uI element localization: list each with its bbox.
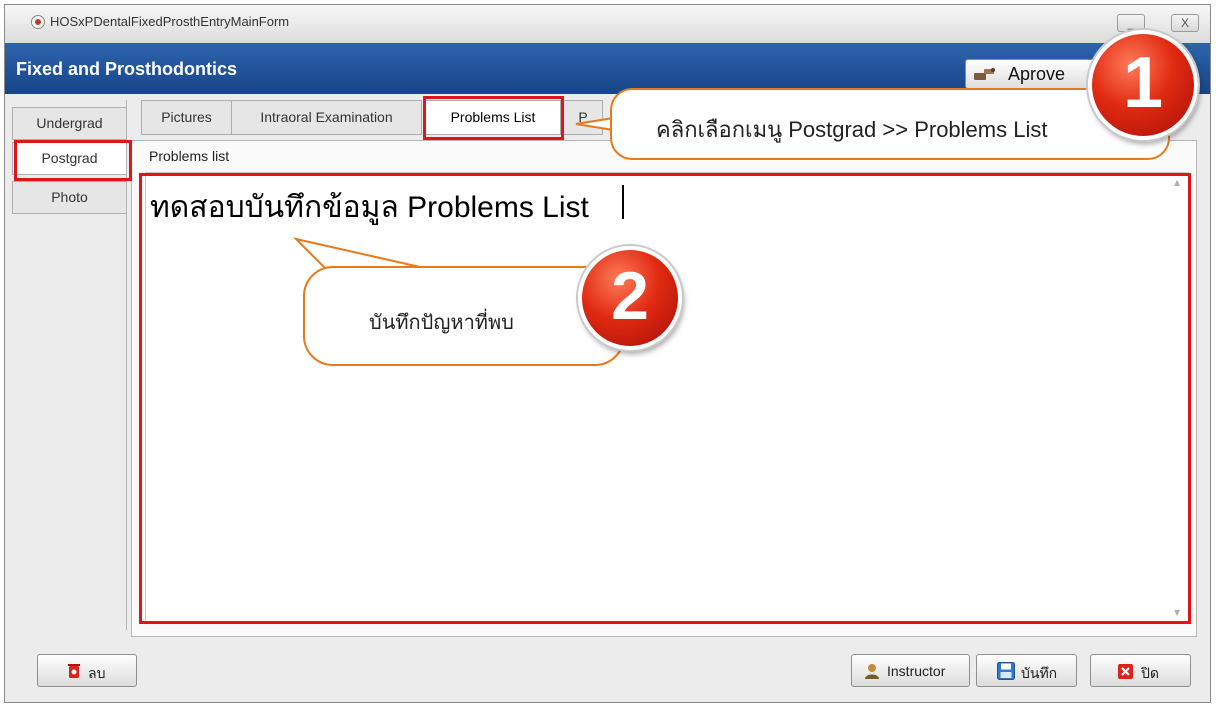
page-title: Fixed and Prosthodontics [16, 59, 238, 79]
tab-pictures[interactable]: Pictures [141, 100, 232, 135]
callout-1-text: คลิกเลือกเมนู Postgrad >> Problems List [656, 117, 1048, 142]
tab-undergrad[interactable]: Undergrad [12, 107, 127, 140]
title-bar: HOSxPDentalFixedProsthEntryMainForm _ X [5, 5, 1210, 44]
delete-label: ลบ [88, 665, 106, 681]
save-button[interactable]: บันทึก [976, 654, 1077, 687]
approve-label: Aprove [1008, 64, 1066, 84]
close-window-button[interactable]: X [1171, 14, 1199, 32]
postgrad-highlight-box [14, 140, 132, 181]
step-2-badge: 2 [578, 246, 682, 350]
close-label: ปิด [1141, 665, 1159, 681]
step-1-badge: 1 [1088, 30, 1198, 140]
floppy-save-icon [997, 662, 1015, 680]
stamp-icon [974, 68, 995, 80]
window-title: HOSxPDentalFixedProsthEntryMainForm [50, 14, 290, 29]
approve-button[interactable]: Aprove [965, 59, 1097, 89]
instructor-button[interactable]: Instructor [851, 654, 970, 687]
problems-list-group-label: Problems list [149, 148, 230, 164]
save-label: บันทึก [1021, 665, 1058, 681]
tab-photo[interactable]: Photo [12, 181, 127, 214]
trash-icon [68, 664, 80, 678]
delete-button[interactable]: ลบ [37, 654, 137, 687]
close-button[interactable]: ปิด [1090, 654, 1191, 687]
app-icon [31, 15, 45, 29]
header-band: Fixed and Prosthodontics Aprove [5, 43, 1210, 94]
tab-intraoral-examination[interactable]: Intraoral Examination [231, 100, 422, 135]
problems-list-highlight-box [423, 96, 564, 140]
instructor-person-icon [865, 664, 879, 679]
close-x-icon [1118, 664, 1133, 679]
callout-2-text: บันทึกปัญหาที่พบ [369, 312, 514, 334]
instructor-label: Instructor [887, 663, 946, 679]
